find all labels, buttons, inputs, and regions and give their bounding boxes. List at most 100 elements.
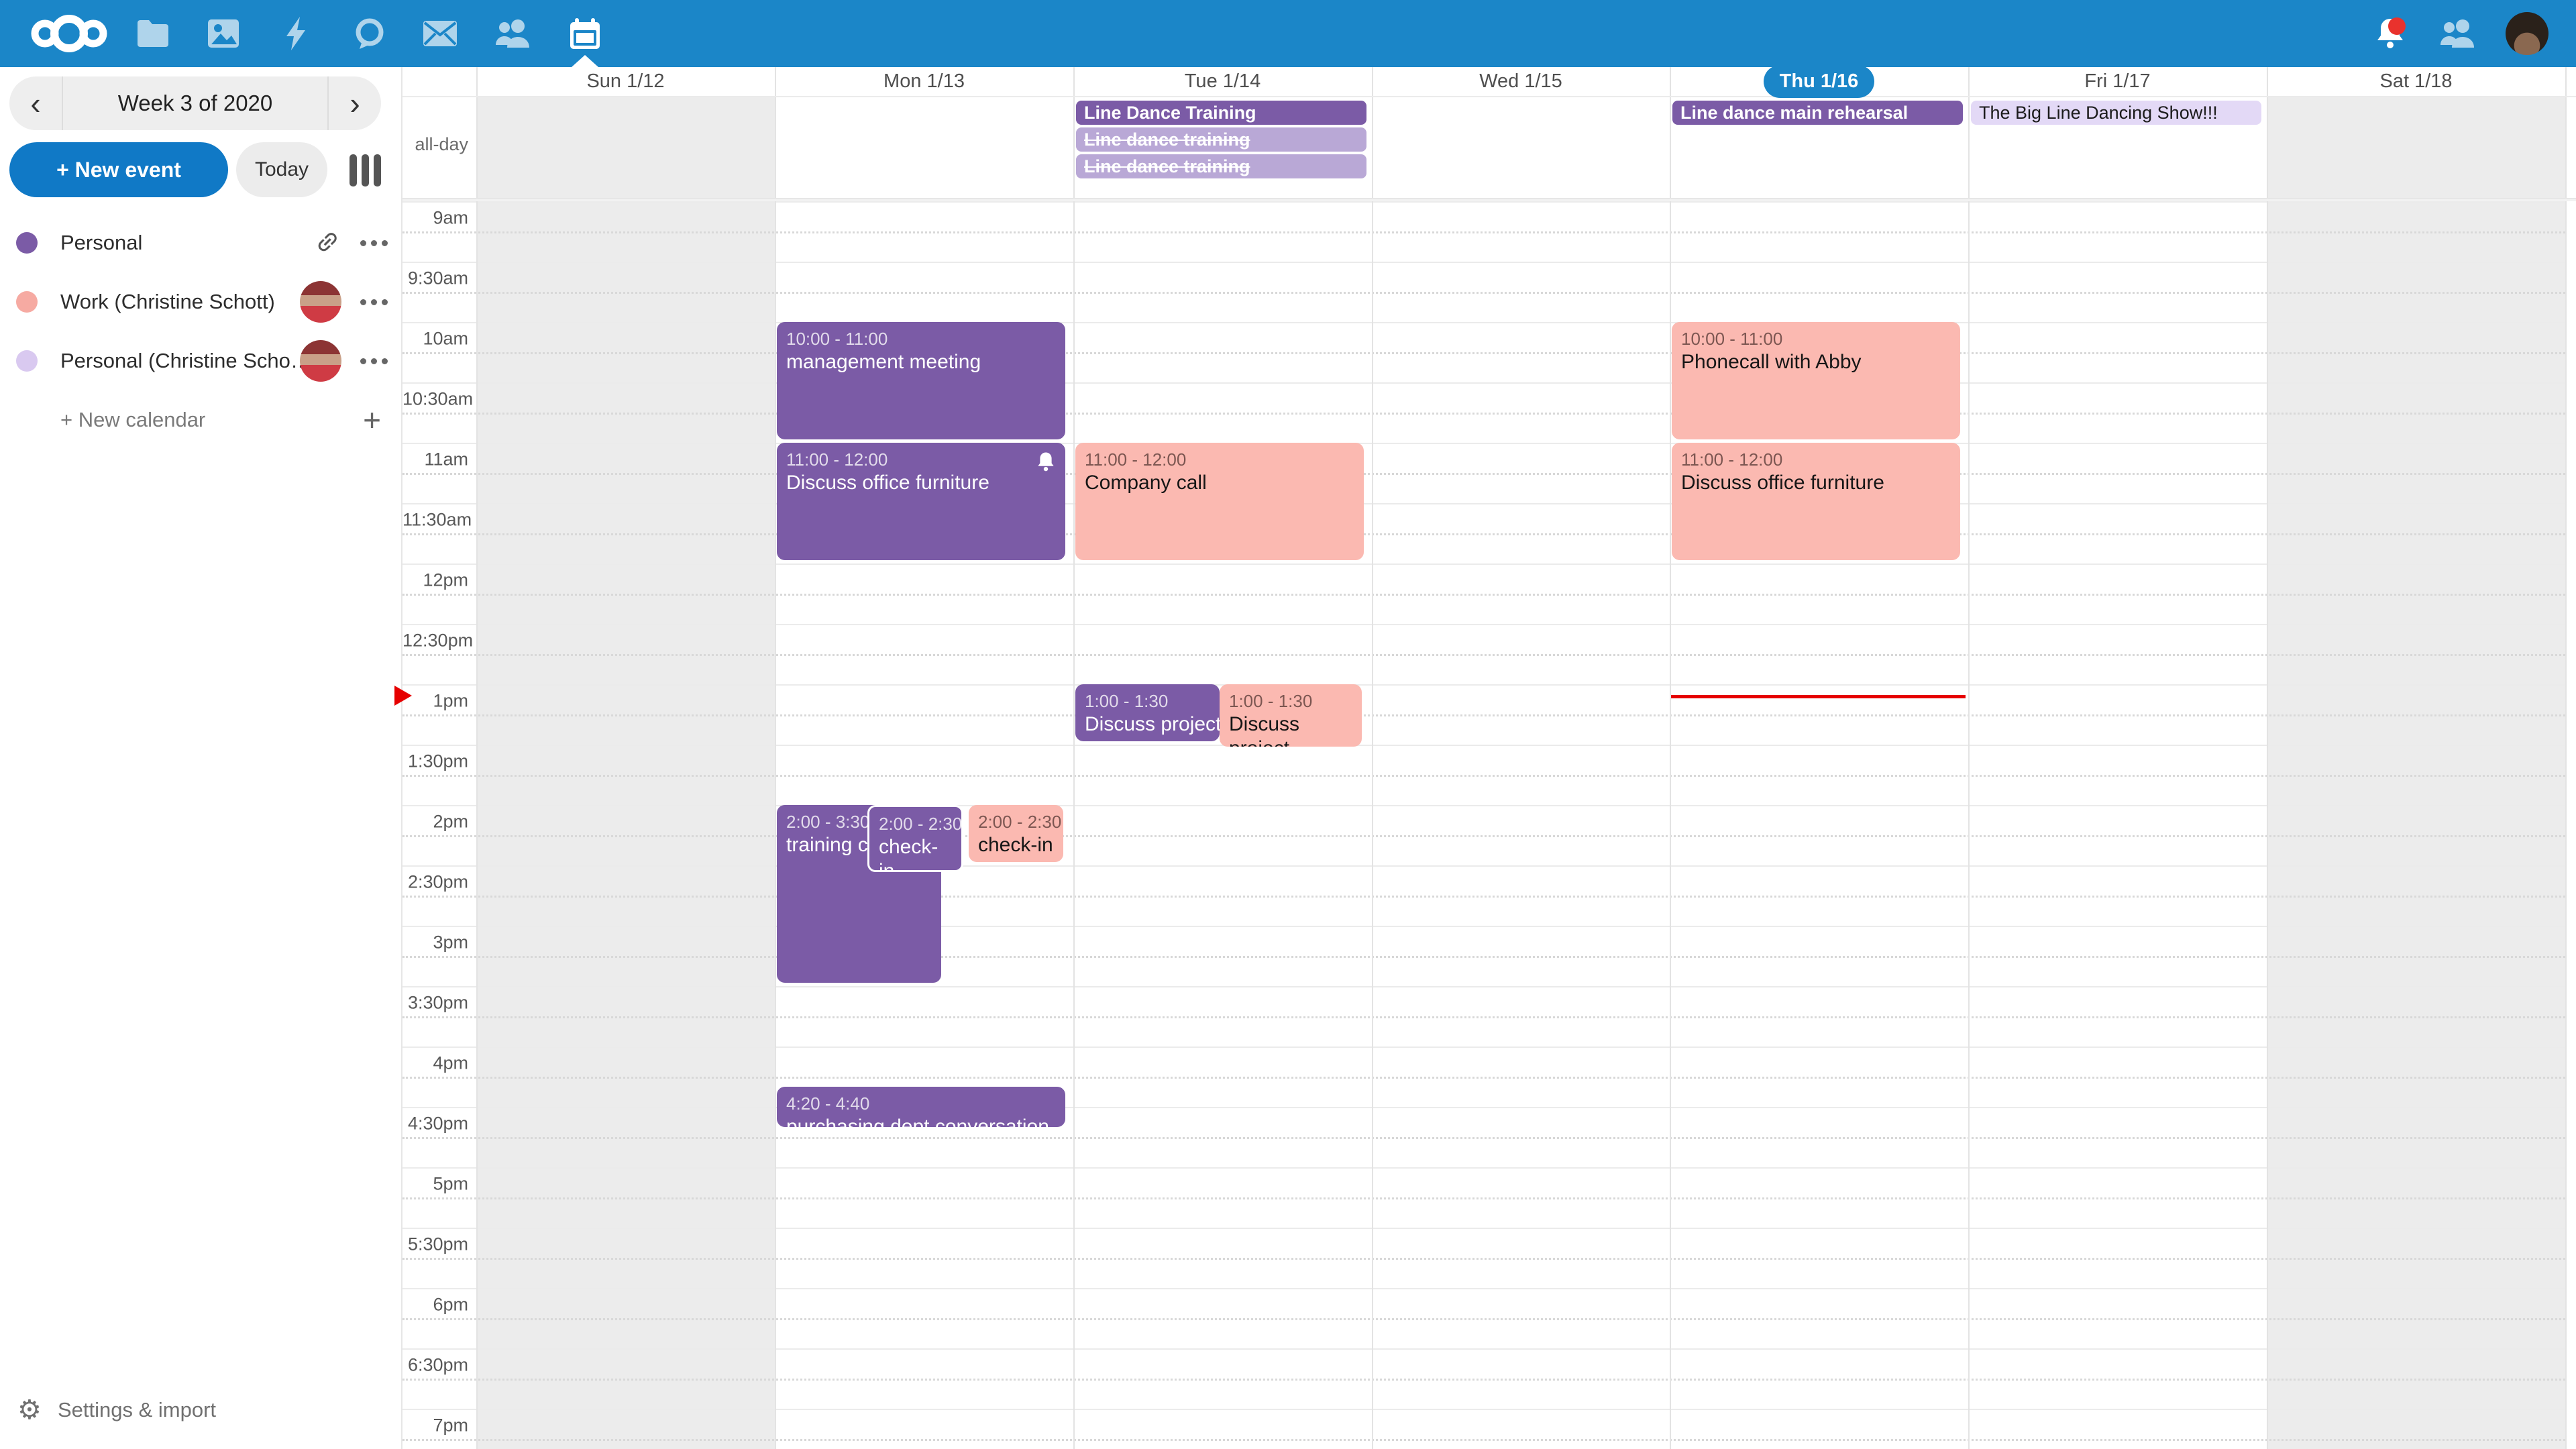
now-indicator-arrow (394, 686, 412, 706)
all-day-event[interactable]: Line dance training (1076, 127, 1366, 152)
slot-line (402, 201, 2565, 203)
event-time: 4:20 - 4:40 (786, 1092, 1056, 1115)
column-separator (476, 67, 478, 1449)
calendar-color-dot (16, 232, 38, 254)
event-title: purchasing dept conversation (786, 1115, 1056, 1127)
event-title: Discuss office furniture (786, 471, 1056, 495)
time-axis-label: 9am (402, 208, 468, 229)
settings-label: Settings & import (58, 1398, 216, 1422)
time-axis-label: 5pm (402, 1174, 468, 1195)
calendar-list: Personal Work (Christine Schott) Personal … (0, 213, 402, 449)
calendar-color-dot (16, 350, 38, 372)
day-header[interactable]: Sat 1/18 (2267, 67, 2565, 96)
calendar-actions-menu-icon[interactable] (360, 358, 388, 364)
calendar-name: Personal (Christine Scho… (60, 349, 311, 373)
event-time: 11:00 - 12:00 (786, 448, 1056, 471)
event-time: 10:00 - 11:00 (786, 327, 1056, 350)
all-day-event[interactable]: The Big Line Dancing Show!!! (1971, 101, 2261, 125)
day-header[interactable]: Thu 1/16 (1670, 67, 1968, 96)
notifications-bell-icon[interactable] (2360, 0, 2420, 67)
new-event-button[interactable]: + New event (9, 142, 228, 197)
slot-line (402, 1107, 2565, 1108)
calendar-event[interactable]: 11:00 - 12:00Discuss office furniture (777, 443, 1065, 560)
share-link-icon[interactable] (309, 223, 347, 262)
calendar-list-item[interactable]: Personal (Christine Scho… (0, 331, 402, 390)
mail-app-icon[interactable] (407, 0, 474, 67)
time-axis-label: 3:30pm (402, 993, 468, 1014)
slot-line (402, 865, 2565, 867)
quarter-slot-line (402, 835, 2565, 837)
quarter-slot-line (402, 1258, 2565, 1260)
event-time: 2:00 - 2:30 (879, 812, 952, 835)
all-day-label: all-day (402, 134, 468, 155)
settings-and-import[interactable]: ⚙ Settings & import (0, 1390, 402, 1430)
calendar-event[interactable]: 10:00 - 11:00Phonecall with Abby (1672, 322, 1960, 439)
time-axis-label: 11am (402, 449, 468, 470)
calendar-event[interactable]: 11:00 - 12:00Discuss office furniture (1672, 443, 1960, 560)
shared-by-avatar (300, 340, 341, 382)
alarm-bell-icon (1036, 451, 1056, 476)
header-divider (402, 96, 2576, 97)
calendar-event[interactable]: 4:20 - 4:40purchasing dept conversation (777, 1087, 1065, 1127)
slot-line (402, 262, 2565, 263)
user-avatar[interactable] (2497, 0, 2557, 67)
time-axis-label: 10am (402, 329, 468, 350)
contacts-menu-icon[interactable] (2427, 0, 2487, 67)
today-date-pill[interactable]: Thu 1/16 (1764, 67, 1875, 98)
event-title: management meeting (786, 350, 1056, 374)
calendar-app-icon[interactable] (551, 0, 619, 67)
week-view-grid: all-day Sun 1/12Mon 1/13Tue 1/14Wed 1/15 T… (402, 67, 2576, 1449)
contacts-app-icon[interactable] (479, 0, 546, 67)
today-button[interactable]: Today (236, 142, 327, 197)
calendar-name: Personal (60, 231, 142, 255)
all-day-event[interactable]: Line dance training (1076, 154, 1366, 178)
event-title: Company call (1085, 471, 1354, 495)
event-title: check-in (879, 835, 952, 872)
calendar-event[interactable]: 1:00 - 1:30Discuss project announcement (1075, 684, 1220, 741)
calendar-event[interactable]: 1:00 - 1:30Discuss project announcement (1220, 684, 1362, 747)
day-header[interactable]: Fri 1/17 (1968, 67, 2267, 96)
view-mode-icon[interactable] (347, 153, 382, 188)
all-day-event[interactable]: Line Dance Training (1076, 101, 1366, 125)
talk-app-icon[interactable] (336, 0, 403, 67)
plus-icon[interactable]: + (363, 405, 381, 435)
new-calendar-item[interactable]: + New calendar+ (0, 390, 402, 449)
quarter-slot-line (402, 1439, 2565, 1441)
calendar-event[interactable]: 10:00 - 11:00management meeting (777, 322, 1065, 439)
files-app-icon[interactable] (119, 0, 186, 67)
slot-line (402, 503, 2565, 504)
slot-line (402, 745, 2565, 746)
calendar-event[interactable]: 2:00 - 2:30check-in (867, 805, 963, 872)
day-header[interactable]: Wed 1/15 (1372, 67, 1670, 96)
activity-app-icon[interactable] (262, 0, 329, 67)
week-range-label[interactable]: Week 3 of 2020 (63, 76, 327, 130)
day-header[interactable]: Mon 1/13 (775, 67, 1073, 96)
nextcloud-logo[interactable] (27, 12, 111, 58)
gear-icon: ⚙ (17, 1397, 42, 1424)
time-axis-label: 4pm (402, 1053, 468, 1074)
photos-app-icon[interactable] (190, 0, 257, 67)
slot-line (402, 1167, 2565, 1169)
slot-line (402, 382, 2565, 384)
time-axis-label: 10:30am (402, 389, 468, 410)
day-header[interactable]: Sun 1/12 (476, 67, 775, 96)
slot-line (402, 1228, 2565, 1229)
previous-week-button[interactable]: ‹ (9, 76, 63, 130)
quarter-slot-line (402, 292, 2565, 294)
time-axis-label: 4:30pm (402, 1114, 468, 1134)
slot-line (402, 322, 2565, 323)
calendar-event[interactable]: 11:00 - 12:00Company call (1075, 443, 1364, 560)
day-header[interactable]: Tue 1/14 (1073, 67, 1372, 96)
event-title: check-in (978, 833, 1054, 857)
time-axis-label: 7pm (402, 1415, 468, 1436)
calendar-actions-menu-icon[interactable] (360, 299, 388, 305)
calendar-list-item[interactable]: Work (Christine Schott) (0, 272, 402, 331)
calendar-event[interactable]: 2:00 - 2:30check-in (969, 805, 1063, 862)
slot-line (402, 926, 2565, 927)
calendar-actions-menu-icon[interactable] (360, 240, 388, 246)
column-separator (1372, 67, 1373, 1449)
calendar-list-item[interactable]: Personal (0, 213, 402, 272)
event-title: Discuss office furniture (1681, 471, 1951, 495)
next-week-button[interactable]: › (327, 76, 381, 130)
all-day-event[interactable]: Line dance main rehearsal (1672, 101, 1963, 125)
